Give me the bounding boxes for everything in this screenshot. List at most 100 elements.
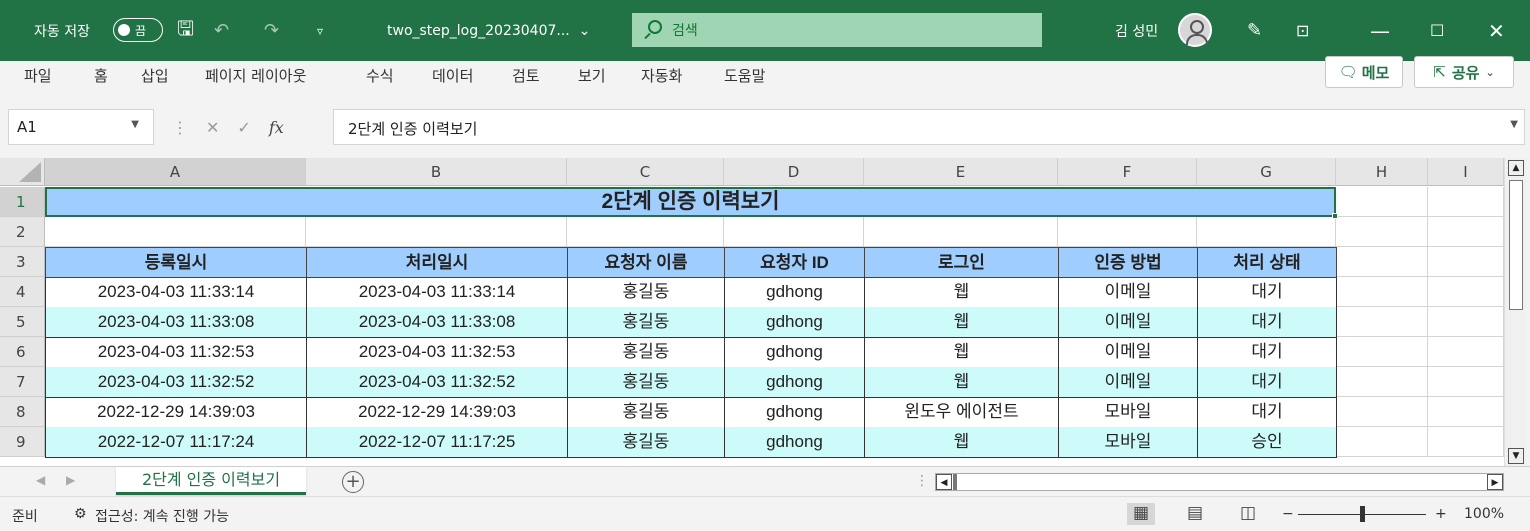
- zoom-slider-knob[interactable]: [1360, 506, 1365, 522]
- zoom-level[interactable]: 100%: [1464, 506, 1504, 522]
- row-header-7[interactable]: 7: [0, 367, 45, 397]
- empty-cell[interactable]: [1336, 427, 1428, 457]
- table-cell[interactable]: 홍길동: [567, 307, 725, 338]
- empty-cell[interactable]: [1428, 397, 1504, 427]
- table-cell[interactable]: 대기: [1197, 277, 1337, 308]
- menu-page-layout[interactable]: 페이지 레이아웃: [205, 61, 306, 99]
- column-header-b[interactable]: B: [306, 158, 567, 186]
- table-cell[interactable]: 홍길동: [567, 367, 725, 398]
- file-name[interactable]: two_step_log_20230407... ⌄: [387, 0, 590, 61]
- ribbon-display-icon[interactable]: ⊡: [1296, 0, 1309, 61]
- save-icon[interactable]: 🖫: [177, 0, 194, 61]
- sheet-title-cell[interactable]: 2단계 인증 이력보기: [45, 187, 1336, 217]
- empty-cell[interactable]: [567, 217, 724, 247]
- insert-function-icon[interactable]: fx: [269, 118, 284, 137]
- next-sheet-icon[interactable]: ▶: [66, 473, 75, 487]
- page-break-view-icon[interactable]: ◫: [1234, 503, 1262, 525]
- scroll-thumb-horizontal[interactable]: [953, 474, 957, 490]
- table-cell[interactable]: 2023-04-03 11:33:08: [306, 307, 568, 338]
- prev-sheet-icon[interactable]: ◀: [36, 473, 45, 487]
- empty-cell[interactable]: [1428, 247, 1504, 277]
- expand-formula-icon[interactable]: ▼: [1510, 119, 1518, 130]
- table-cell[interactable]: 대기: [1197, 337, 1337, 368]
- row-header-4[interactable]: 4: [0, 277, 45, 307]
- share-button[interactable]: ⇱ 공유 ⌄: [1414, 56, 1514, 88]
- search-box[interactable]: 검색: [632, 13, 1042, 47]
- menu-insert[interactable]: 삽입: [141, 61, 169, 99]
- vertical-scrollbar[interactable]: ▲ ▼: [1504, 158, 1526, 466]
- empty-cell[interactable]: [864, 217, 1058, 247]
- maximize-button[interactable]: ☐: [1430, 0, 1444, 61]
- row-header-8[interactable]: 8: [0, 397, 45, 427]
- comments-button[interactable]: 🗨 메모: [1325, 56, 1403, 88]
- accessibility-status[interactable]: 접근성: 계속 진행 가능: [95, 506, 229, 526]
- name-box[interactable]: A1 ▼: [8, 109, 154, 145]
- undo-icon[interactable]: ↶: [214, 0, 229, 61]
- empty-cell[interactable]: [1336, 187, 1428, 217]
- table-cell[interactable]: 이메일: [1058, 277, 1198, 308]
- empty-cell[interactable]: [1428, 217, 1504, 247]
- table-cell[interactable]: 웹: [864, 337, 1059, 368]
- minimize-button[interactable]: —: [1370, 0, 1390, 61]
- table-cell[interactable]: 홍길동: [567, 427, 725, 458]
- scroll-down-icon[interactable]: ▼: [1508, 448, 1524, 464]
- formula-input[interactable]: 2단계 인증 이력보기 ▼: [333, 109, 1525, 145]
- table-cell[interactable]: 홍길동: [567, 277, 725, 308]
- table-cell[interactable]: 홍길동: [567, 337, 725, 368]
- table-cell[interactable]: gdhong: [724, 307, 865, 338]
- table-cell[interactable]: 2022-12-07 11:17:25: [306, 427, 568, 458]
- column-header-g[interactable]: G: [1197, 158, 1336, 186]
- select-all-button[interactable]: [0, 158, 45, 186]
- menu-formulas[interactable]: 수식: [366, 61, 394, 99]
- table-cell[interactable]: 2023-04-03 11:33:14: [45, 277, 307, 308]
- scroll-right-icon[interactable]: ▶: [1487, 474, 1503, 490]
- column-header-i[interactable]: I: [1428, 158, 1504, 186]
- table-cell[interactable]: gdhong: [724, 397, 865, 428]
- table-cell[interactable]: 2023-04-03 11:32:52: [306, 367, 568, 398]
- menu-view[interactable]: 보기: [578, 61, 606, 99]
- table-cell[interactable]: 승인: [1197, 427, 1337, 458]
- row-header-6[interactable]: 6: [0, 337, 45, 367]
- column-header-f[interactable]: F: [1058, 158, 1197, 186]
- spreadsheet-grid[interactable]: A B C D E F G H I 1 2 3 4 5 6 7 8 9 2단계 인증 이력보기 등록일시 처리일시 요청자…: [0, 158, 1504, 466]
- menu-help[interactable]: 도움말: [724, 61, 765, 99]
- empty-cell[interactable]: [1428, 427, 1504, 457]
- add-sheet-icon[interactable]: +: [342, 471, 364, 493]
- empty-cell[interactable]: [724, 217, 864, 247]
- table-header-cell[interactable]: 요청자 이름: [567, 247, 725, 278]
- table-cell[interactable]: 2023-04-03 11:33:08: [45, 307, 307, 338]
- table-cell[interactable]: 웹: [864, 307, 1059, 338]
- table-cell[interactable]: 2023-04-03 11:32:53: [306, 337, 568, 368]
- table-cell[interactable]: 웹: [864, 367, 1059, 398]
- customize-qat-icon[interactable]: ▿: [317, 0, 323, 61]
- empty-cell[interactable]: [1197, 217, 1336, 247]
- table-cell[interactable]: gdhong: [724, 337, 865, 368]
- normal-view-icon[interactable]: ▦: [1127, 503, 1155, 525]
- row-header-1[interactable]: 1: [0, 187, 45, 217]
- empty-cell[interactable]: [1428, 307, 1504, 337]
- table-cell[interactable]: 2023-04-03 11:32:53: [45, 337, 307, 368]
- table-cell[interactable]: 웹: [864, 277, 1059, 308]
- table-header-cell[interactable]: 처리 상태: [1197, 247, 1337, 278]
- menu-automate[interactable]: 자동화: [641, 61, 682, 99]
- table-cell[interactable]: 대기: [1197, 307, 1337, 338]
- empty-cell[interactable]: [1336, 247, 1428, 277]
- accessibility-icon[interactable]: ⚙: [74, 506, 87, 522]
- cancel-icon[interactable]: ✕: [206, 118, 219, 137]
- column-header-c[interactable]: C: [567, 158, 724, 186]
- empty-cell[interactable]: [306, 217, 567, 247]
- empty-cell[interactable]: [1336, 337, 1428, 367]
- pen-icon[interactable]: ✎: [1247, 0, 1262, 61]
- empty-cell[interactable]: [1058, 217, 1197, 247]
- avatar[interactable]: [1178, 13, 1212, 47]
- table-header-cell[interactable]: 로그인: [864, 247, 1059, 278]
- row-header-3[interactable]: 3: [0, 247, 45, 277]
- sheet-tab-active[interactable]: 2단계 인증 이력보기: [116, 467, 306, 495]
- row-header-2[interactable]: 2: [0, 217, 45, 247]
- table-cell[interactable]: 홍길동: [567, 397, 725, 428]
- horizontal-scrollbar[interactable]: ◀ ▶: [935, 473, 1504, 491]
- chevron-down-icon[interactable]: ▼: [131, 119, 139, 130]
- empty-cell[interactable]: [45, 217, 306, 247]
- table-cell[interactable]: 모바일: [1058, 397, 1198, 428]
- table-cell[interactable]: 이메일: [1058, 307, 1198, 338]
